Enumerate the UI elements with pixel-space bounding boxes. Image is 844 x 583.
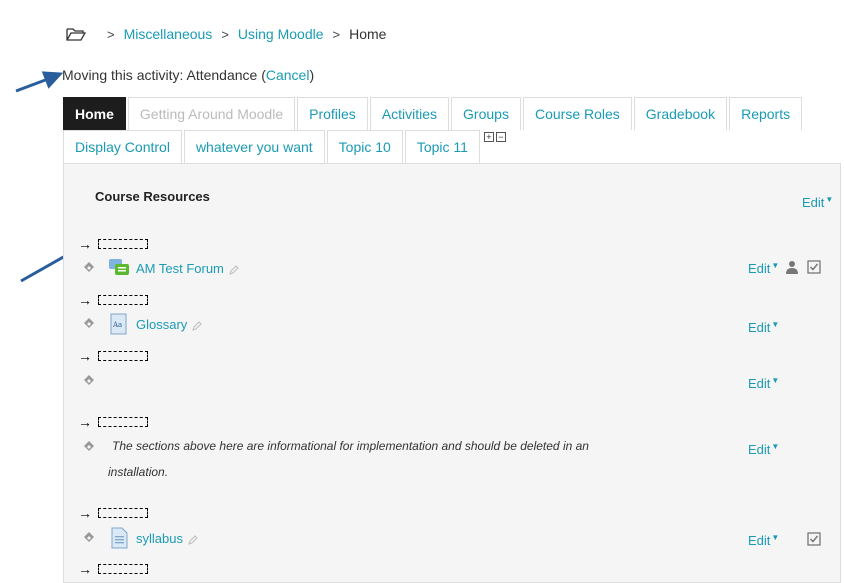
edit-label: Edit xyxy=(748,442,771,457)
caret-down-icon: ▼ xyxy=(771,376,780,385)
forum-icon xyxy=(108,257,130,279)
activity-edit-menu[interactable]: Edit▼ xyxy=(748,261,779,276)
edit-label: Edit xyxy=(802,195,825,210)
tab-activities[interactable]: Activities xyxy=(369,97,450,130)
tab-row-1: Home Getting Around Moodle Profiles Acti… xyxy=(63,97,843,130)
move-arrow-icon: → xyxy=(78,236,92,252)
breadcrumb-using-moodle[interactable]: Using Moodle xyxy=(238,26,324,42)
activity-empty-label xyxy=(82,374,108,388)
section-title: Course Resources xyxy=(95,189,210,204)
expand-icon[interactable]: + xyxy=(483,132,494,142)
svg-text:Aa: Aa xyxy=(112,321,122,329)
file-icon xyxy=(108,527,130,549)
tab-getting-around-moodle: Getting Around Moodle xyxy=(127,97,296,130)
edit-label: Edit xyxy=(748,376,771,391)
section-edit-menu[interactable]: Edit▼ xyxy=(802,195,833,210)
tab-groups[interactable]: Groups xyxy=(451,97,521,130)
move-handle-icon[interactable] xyxy=(82,261,96,275)
moving-text: Moving this activity: Attendance ( xyxy=(62,67,266,83)
activity-edit-menu[interactable]: Edit▼ xyxy=(748,376,779,391)
folder-open-icon[interactable] xyxy=(66,26,87,42)
pencil-icon[interactable] xyxy=(229,263,239,275)
move-arrow-icon: → xyxy=(78,505,92,521)
move-here-box[interactable] xyxy=(98,417,148,427)
label-text: The sections above here are informationa… xyxy=(108,439,589,479)
move-arrow-icon: → xyxy=(78,348,92,364)
tab-course-roles[interactable]: Course Roles xyxy=(522,97,632,130)
syllabus-link[interactable]: syllabus xyxy=(136,531,183,546)
move-here-box[interactable] xyxy=(98,564,148,574)
breadcrumb-separator: > xyxy=(107,26,115,42)
pencil-icon[interactable] xyxy=(192,319,203,331)
move-handle-icon[interactable] xyxy=(82,440,96,454)
tab-topic-10[interactable]: Topic 10 xyxy=(326,130,403,163)
move-arrow-icon: → xyxy=(78,414,92,430)
tab-expander: + − xyxy=(483,132,506,142)
move-arrow-icon: → xyxy=(78,292,92,308)
breadcrumb-separator: > xyxy=(221,26,229,42)
edit-label: Edit xyxy=(748,261,771,276)
move-handle-icon[interactable] xyxy=(82,374,96,388)
move-here-target[interactable]: → xyxy=(78,348,148,364)
completion-checkbox-icon[interactable] xyxy=(807,260,821,274)
activity-label xyxy=(82,440,108,454)
tab-topic-11[interactable]: Topic 11 xyxy=(404,130,480,163)
breadcrumb-miscellaneous[interactable]: Miscellaneous xyxy=(124,26,213,42)
moving-suffix: ) xyxy=(309,67,315,83)
caret-down-icon: ▼ xyxy=(771,533,780,542)
caret-down-icon: ▼ xyxy=(825,195,834,204)
tab-row-2: Display Control whatever you want Topic … xyxy=(63,130,843,163)
caret-down-icon: ▼ xyxy=(771,320,780,329)
course-tabs: Home Getting Around Moodle Profiles Acti… xyxy=(63,97,843,163)
tab-display-control[interactable]: Display Control xyxy=(63,130,182,163)
move-here-target[interactable]: → xyxy=(78,414,148,430)
move-here-box[interactable] xyxy=(98,508,148,518)
forum-link[interactable]: AM Test Forum xyxy=(136,261,224,276)
collapse-icon[interactable]: − xyxy=(495,132,506,142)
breadcrumb-separator: > xyxy=(332,26,341,42)
edit-label: Edit xyxy=(748,320,771,335)
move-here-box[interactable] xyxy=(98,295,148,305)
edit-label: Edit xyxy=(748,533,771,548)
activity-edit-menu[interactable]: Edit▼ xyxy=(748,533,779,548)
breadcrumb-current: Home xyxy=(349,26,387,42)
annotation-arrow-1 xyxy=(15,71,64,93)
move-here-target[interactable]: → xyxy=(78,561,148,577)
tab-home[interactable]: Home xyxy=(63,97,126,130)
move-here-box[interactable] xyxy=(98,239,148,249)
move-handle-icon[interactable] xyxy=(82,317,96,331)
move-handle-icon[interactable] xyxy=(82,531,96,545)
tab-reports[interactable]: Reports xyxy=(729,97,803,130)
glossary-link[interactable]: Glossary xyxy=(136,317,187,332)
tab-gradebook[interactable]: Gradebook xyxy=(633,97,728,130)
activity-edit-menu[interactable]: Edit▼ xyxy=(748,320,779,335)
activity-edit-menu[interactable]: Edit▼ xyxy=(748,442,779,457)
caret-down-icon: ▼ xyxy=(771,261,780,270)
glossary-icon: Aa xyxy=(108,313,130,335)
move-here-target[interactable]: → xyxy=(78,292,148,308)
move-here-target[interactable]: → xyxy=(78,236,148,252)
cancel-move-link[interactable]: Cancel xyxy=(266,67,310,83)
activity-syllabus: syllabus xyxy=(82,527,198,549)
tab-whatever-you-want[interactable]: whatever you want xyxy=(183,130,325,163)
move-arrow-icon: → xyxy=(78,561,92,577)
breadcrumb: > Miscellaneous > Using Moodle > Home xyxy=(66,26,386,42)
tab-profiles[interactable]: Profiles xyxy=(297,97,368,130)
move-here-target[interactable]: → xyxy=(78,505,148,521)
activity-forum: AM Test Forum xyxy=(82,257,239,279)
group-mode-icon[interactable] xyxy=(785,260,799,274)
pencil-icon[interactable] xyxy=(188,533,198,545)
move-here-box[interactable] xyxy=(98,351,148,361)
moving-notice: Moving this activity: Attendance (Cancel… xyxy=(62,67,314,83)
caret-down-icon: ▼ xyxy=(771,442,780,451)
completion-checkbox-icon[interactable] xyxy=(807,532,821,546)
course-section: Course Resources Edit▼ → AM Test Forum E… xyxy=(63,163,841,583)
activity-glossary: Aa Glossary xyxy=(82,313,203,335)
